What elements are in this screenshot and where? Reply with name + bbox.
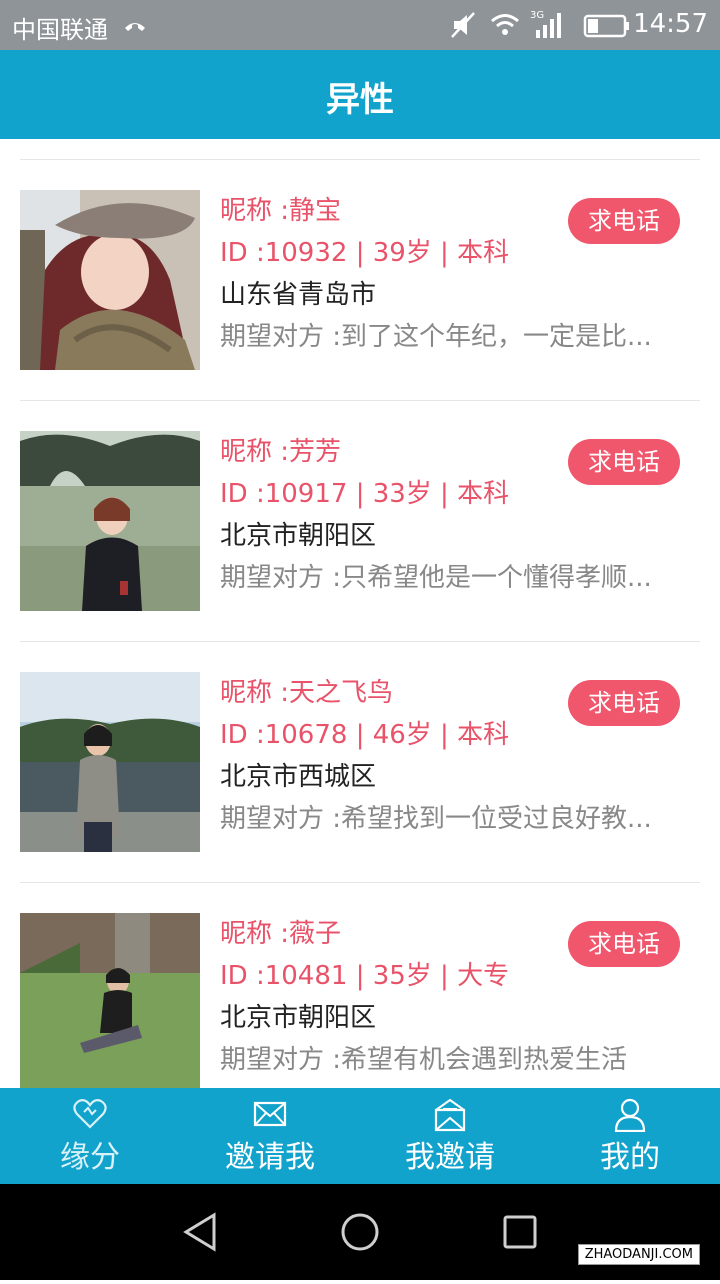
request-phone-button[interactable]: 求电话 [568,198,680,244]
profile-photo[interactable] [20,431,200,611]
location: 北京市朝阳区 [220,1003,377,1033]
tab-invited-me[interactable]: 邀请我 [180,1088,360,1184]
watermark: ZHAODANJI.COM [577,1244,700,1265]
heart-icon [73,1099,107,1129]
tab-mine[interactable]: 我的 [540,1088,720,1184]
profile-card[interactable]: 昵称 :芳芳 ID :10917 | 33岁 | 本科 北京市朝阳区 期望对方 … [0,401,720,642]
page-title: 异性 [326,80,394,120]
profile-list[interactable]: 昵称 :静宝 ID :10932 | 39岁 | 本科 山东省青岛市 期望对方 … [0,139,720,1088]
carrier-name: 中国联通 [12,16,108,44]
profile-photo[interactable] [20,190,200,370]
home-icon[interactable] [341,1213,379,1251]
request-phone-button[interactable]: 求电话 [568,680,680,726]
profile-card[interactable]: 昵称 :薇子 ID :10481 | 35岁 | 大专 北京市朝阳区 期望对方 … [0,883,720,1088]
expectation: 期望对方 :到了这个年纪，一定是比... [220,322,652,352]
signal-icon: 3G [530,10,561,38]
location: 山东省青岛市 [220,280,377,310]
expectation: 期望对方 :希望找到一位受过良好教... [220,804,652,834]
profile-photo[interactable] [20,913,200,1088]
tab-label: 我的 [600,1140,660,1175]
expectation: 期望对方 :希望有机会遇到热爱生活 [220,1045,628,1075]
mute-icon [451,12,475,38]
expectation: 期望对方 :只希望他是一个懂得孝顺... [220,563,652,593]
call-icon [122,12,148,40]
bottom-tab-bar: 缘分 邀请我 我邀请 我的 [0,1088,720,1184]
status-icons: 3G [450,8,640,42]
location: 北京市西城区 [220,762,377,792]
svg-text:3G: 3G [530,10,544,21]
tab-fate[interactable]: 缘分 [0,1088,180,1184]
back-icon[interactable] [183,1212,216,1252]
system-navigation-bar: ZHAODANJI.COM [0,1184,720,1280]
request-phone-button[interactable]: 求电话 [568,921,680,967]
recents-icon[interactable] [503,1215,537,1249]
status-bar: 中国联通 3G 14:57 [0,0,720,50]
profile-card[interactable]: 昵称 :静宝 ID :10932 | 39岁 | 本科 山东省青岛市 期望对方 … [0,160,720,401]
clock: 14:57 [633,9,708,39]
envelope-icon [253,1101,287,1127]
location: 北京市朝阳区 [220,521,377,551]
tab-label: 邀请我 [225,1140,315,1175]
open-envelope-icon [434,1098,466,1132]
profile-card[interactable]: 昵称 :天之飞鸟 ID :10678 | 46岁 | 本科 北京市西城区 期望对… [0,642,720,883]
header: 异性 [0,50,720,139]
person-icon [614,1098,646,1132]
request-phone-button[interactable]: 求电话 [568,439,680,485]
tab-label: 我邀请 [405,1140,495,1175]
tab-i-invited[interactable]: 我邀请 [360,1088,540,1184]
tab-label: 缘分 [60,1140,120,1175]
profile-photo[interactable] [20,672,200,852]
wifi-icon [491,14,519,35]
battery-icon [583,14,629,38]
